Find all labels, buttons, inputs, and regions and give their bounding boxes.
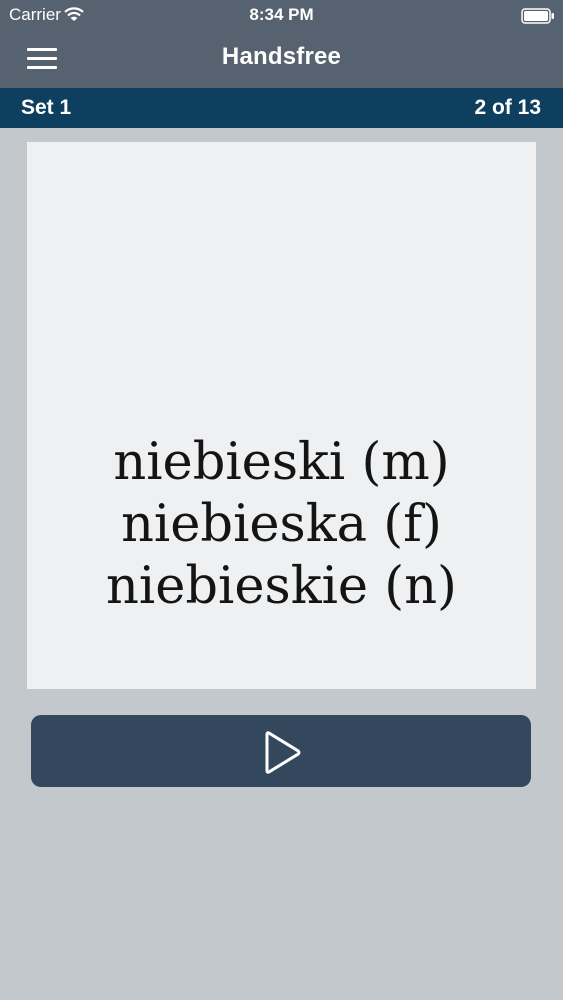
status-bar: Carrier 8:34 PM [0,0,563,30]
play-icon[interactable] [263,730,303,776]
set-label: Set 1 [21,96,72,119]
flashcard-line-feminine: niebieska (f) [121,495,442,554]
flashcard[interactable]: niebieski (m) niebieska (f) niebieskie (… [27,142,536,689]
flashcard-line-neuter: niebieskie (n) [106,557,457,616]
nav-bar: Handsfree [0,30,563,88]
set-bar: Set 1 2 of 13 [0,88,563,128]
page-title: Handsfree [221,43,342,70]
card-counter: 2 of 13 [474,96,541,119]
flashcard-line-masculine: niebieski (m) [113,433,450,492]
status-time: 8:34 PM [249,5,314,24]
battery-icon [521,8,554,24]
flashcard-text: niebieski (m) niebieska (f) niebieskie (… [27,432,536,618]
